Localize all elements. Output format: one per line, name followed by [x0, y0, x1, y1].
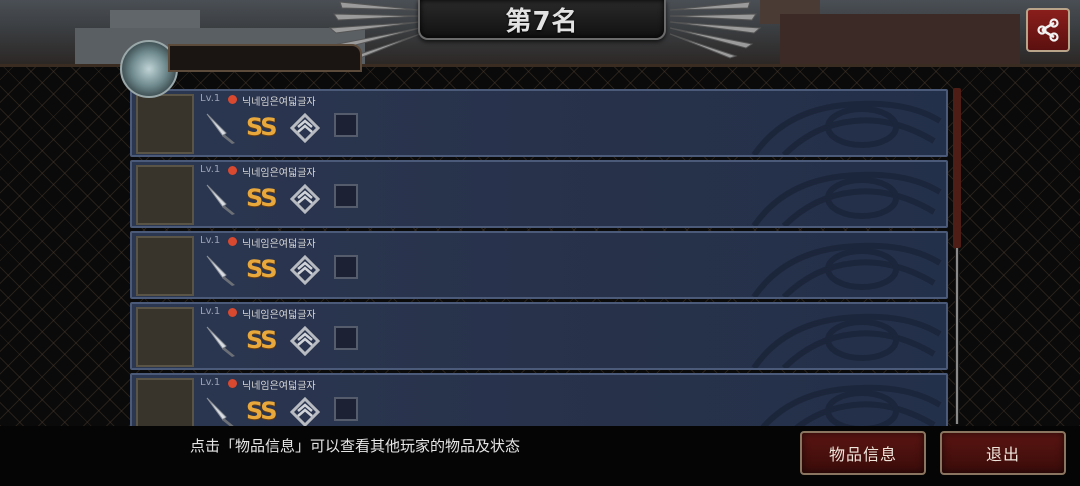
item-slot[interactable] [136, 307, 194, 367]
grade-badge: SS [246, 397, 277, 425]
rank-insignia-icon [290, 397, 320, 427]
level-label: Lv.1 [200, 377, 221, 388]
flag-icon [228, 237, 237, 246]
select-checkbox[interactable] [334, 326, 358, 350]
emblem-watermark [757, 384, 942, 429]
list-item[interactable]: Lv.1 닉네임은여덟글자 SS [130, 160, 948, 228]
exit-button[interactable]: 退出 [940, 431, 1066, 475]
scrollbar-thumb[interactable] [953, 88, 961, 248]
item-slot[interactable] [136, 378, 194, 429]
item-slot[interactable] [136, 165, 194, 225]
player-name: 닉네임은여덟글자 [242, 168, 316, 179]
rank-insignia-icon [290, 255, 320, 285]
select-checkbox[interactable] [334, 255, 358, 279]
list-item[interactable]: Lv.1 닉네임은여덟글자 SS [130, 373, 948, 429]
level-label: Lv.1 [200, 235, 221, 246]
level-label: Lv.1 [200, 93, 221, 104]
knife-icon [206, 184, 235, 215]
flag-icon [228, 166, 237, 175]
knife-icon [206, 326, 235, 357]
grade-badge: SS [246, 113, 277, 141]
player-name-tab [168, 44, 362, 72]
background-building [780, 14, 1020, 66]
grade-badge: SS [246, 326, 277, 354]
emblem-watermark [751, 171, 942, 226]
rank-title: 第7名 [505, 6, 579, 37]
hint-text: 点击「物品信息」可以查看其他玩家的物品及状态 [190, 437, 521, 455]
rank-insignia-icon [290, 326, 320, 356]
rank-insignia-icon [290, 184, 320, 214]
flag-icon [228, 379, 237, 388]
right-wing-ornament [660, 0, 770, 60]
knife-icon [206, 397, 235, 428]
knife-icon [206, 113, 235, 144]
share-icon [1037, 18, 1059, 42]
level-label: Lv.1 [200, 164, 221, 175]
share-button[interactable] [1026, 8, 1070, 52]
grade-badge: SS [246, 255, 277, 283]
list-item[interactable]: Lv.1 닉네임은여덟글자 SS [130, 231, 948, 299]
flag-icon [228, 308, 237, 317]
grade-badge: SS [246, 184, 277, 212]
list-item[interactable]: Lv.1 닉네임은여덟글자 SS [130, 89, 948, 157]
select-checkbox[interactable] [334, 184, 358, 208]
rank-insignia-icon [290, 113, 320, 143]
background-building [110, 10, 200, 30]
knife-icon [206, 255, 235, 286]
list-item[interactable]: Lv.1 닉네임은여덟글자 SS [130, 302, 948, 370]
emblem-watermark [751, 100, 942, 155]
emblem-watermark [751, 242, 942, 297]
player-name: 닉네임은여덟글자 [242, 97, 316, 108]
item-list[interactable]: Lv.1 닉네임은여덟글자 SS Lv.1 닉네임은여덟글자 SS Lv.1 닉… [130, 89, 948, 429]
rank-plate: 第7名 [418, 0, 666, 40]
flag-icon [228, 95, 237, 104]
player-name: 닉네임은여덟글자 [242, 381, 316, 392]
player-name: 닉네임은여덟글자 [242, 239, 316, 250]
footer-bar: 点击「物品信息」可以查看其他玩家的物品及状态 物品信息 退出 [0, 426, 1080, 486]
item-info-button[interactable]: 物品信息 [800, 431, 926, 475]
item-slot[interactable] [136, 94, 194, 154]
item-panel: Lv.1 닉네임은여덟글자 SS Lv.1 닉네임은여덟글자 SS Lv.1 닉… [0, 64, 1080, 429]
select-checkbox[interactable] [334, 113, 358, 137]
level-label: Lv.1 [200, 306, 221, 317]
scrollbar-line [956, 248, 958, 424]
emblem-watermark [751, 313, 942, 368]
select-checkbox[interactable] [334, 397, 358, 421]
item-slot[interactable] [136, 236, 194, 296]
player-name: 닉네임은여덟글자 [242, 310, 316, 321]
